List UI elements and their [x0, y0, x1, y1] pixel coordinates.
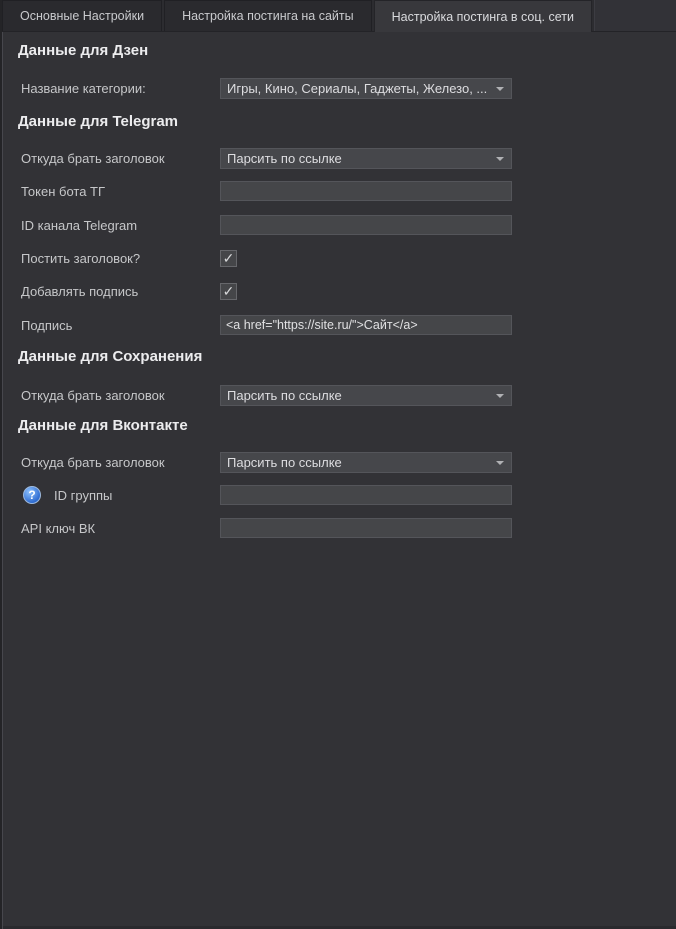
- vk-title-source-selected-value: Парсить по ссылке: [227, 455, 342, 470]
- section-title-saving: Данные для Сохранения: [18, 348, 676, 366]
- dzen-category-row: Название категории: Игры, Кино, Сериалы,…: [21, 78, 676, 99]
- tg-bot-token-input[interactable]: [220, 181, 512, 201]
- chevron-down-icon: [496, 461, 504, 465]
- tg-bot-token-row: Токен бота ТГ: [21, 181, 676, 201]
- tab-bar: Основные Настройки Настройка постинга на…: [0, 0, 676, 32]
- tg-channel-id-row: ID канала Telegram: [21, 215, 676, 235]
- tg-title-source-label: Откуда брать заголовок: [21, 151, 220, 166]
- vk-group-id-label: ID группы: [54, 488, 112, 503]
- section-title-vk: Данные для Вконтакте: [18, 417, 676, 435]
- panel-left-border: [2, 32, 3, 929]
- vk-group-id-input[interactable]: [220, 485, 512, 505]
- vk-group-id-row: ? ID группы: [21, 485, 676, 505]
- tab-label: Основные Настройки: [20, 9, 144, 23]
- vk-title-source-row: Откуда брать заголовок Парсить по ссылке: [21, 452, 676, 473]
- tg-channel-id-input[interactable]: [220, 215, 512, 235]
- social-posting-panel: Данные для Дзен Название категории: Игры…: [0, 32, 676, 929]
- chevron-down-icon: [496, 157, 504, 161]
- checkmark-icon: ✓: [223, 251, 235, 265]
- tab-label: Настройка постинга на сайты: [182, 9, 354, 23]
- vk-api-key-input[interactable]: [220, 518, 512, 538]
- saving-title-source-selected-value: Парсить по ссылке: [227, 388, 342, 403]
- tg-add-signature-label: Добавлять подпись: [21, 284, 220, 299]
- section-title-dzen: Данные для Дзен: [18, 42, 676, 60]
- tg-add-signature-checkbox[interactable]: ✓: [220, 283, 237, 300]
- tg-channel-id-label: ID канала Telegram: [21, 218, 220, 233]
- tab-label: Настройка постинга в соц. сети: [392, 10, 574, 24]
- vk-api-key-row: API ключ ВК: [21, 518, 676, 538]
- vk-group-id-label-group: ? ID группы: [21, 486, 220, 504]
- tg-add-signature-row: Добавлять подпись ✓: [21, 283, 676, 300]
- dzen-category-select[interactable]: Игры, Кино, Сериалы, Гаджеты, Железо, ..…: [220, 78, 512, 99]
- tg-title-source-row: Откуда брать заголовок Парсить по ссылке: [21, 148, 676, 169]
- tg-post-title-label: Постить заголовок?: [21, 251, 220, 266]
- tab-bar-corner: [594, 0, 676, 31]
- saving-title-source-row: Откуда брать заголовок Парсить по ссылке: [21, 385, 676, 406]
- tg-signature-row: Подпись: [21, 315, 676, 335]
- vk-title-source-select[interactable]: Парсить по ссылке: [220, 452, 512, 473]
- tg-title-source-selected-value: Парсить по ссылке: [227, 151, 342, 166]
- tg-post-title-row: Постить заголовок? ✓: [21, 250, 676, 267]
- tg-signature-label: Подпись: [21, 318, 220, 333]
- tab-site-posting[interactable]: Настройка постинга на сайты: [164, 0, 372, 31]
- tg-title-source-select[interactable]: Парсить по ссылке: [220, 148, 512, 169]
- chevron-down-icon: [496, 394, 504, 398]
- tab-main-settings[interactable]: Основные Настройки: [2, 0, 162, 31]
- vk-api-key-label: API ключ ВК: [21, 521, 220, 536]
- tg-bot-token-label: Токен бота ТГ: [21, 184, 220, 199]
- tg-post-title-checkbox[interactable]: ✓: [220, 250, 237, 267]
- saving-title-source-select[interactable]: Парсить по ссылке: [220, 385, 512, 406]
- dzen-category-selected-value: Игры, Кино, Сериалы, Гаджеты, Железо, ..…: [227, 81, 487, 96]
- checkmark-icon: ✓: [223, 284, 235, 298]
- help-icon[interactable]: ?: [23, 486, 41, 504]
- section-title-telegram: Данные для Telegram: [18, 113, 676, 131]
- vk-title-source-label: Откуда брать заголовок: [21, 455, 220, 470]
- chevron-down-icon: [496, 87, 504, 91]
- tab-social-posting[interactable]: Настройка постинга в соц. сети: [374, 0, 592, 32]
- dzen-category-label: Название категории:: [21, 81, 220, 96]
- tg-signature-input[interactable]: [220, 315, 512, 335]
- saving-title-source-label: Откуда брать заголовок: [21, 388, 220, 403]
